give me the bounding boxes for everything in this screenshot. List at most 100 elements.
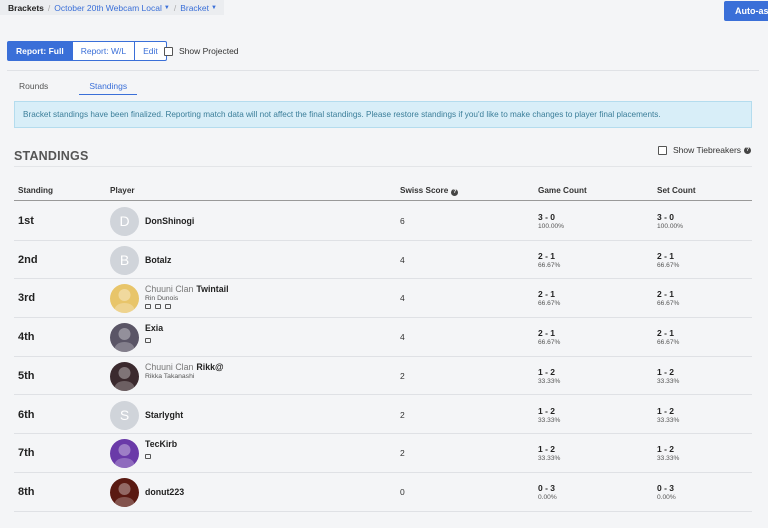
set-count: 1 - 2 — [657, 366, 675, 377]
discord-icon[interactable] — [165, 304, 171, 310]
player-name[interactable]: Starlyght — [145, 410, 183, 420]
breadcrumb-event[interactable]: October 20th Webcam Local — [54, 3, 162, 13]
set-count: 3 - 0 — [657, 212, 675, 222]
set-percent: 66.67% — [657, 339, 680, 347]
tab-standings[interactable]: Standings — [79, 81, 138, 95]
table-row: 2nd B Botalz 4 2 - 1 66.67% 2 - 1 66.67% — [14, 241, 752, 280]
avatar-image — [114, 482, 135, 507]
standing-rank: 5th — [18, 369, 35, 382]
auto-assign-button[interactable]: Auto-ass — [724, 1, 768, 21]
column-set-count: Set Count — [657, 186, 696, 195]
game-percent: 66.67% — [538, 261, 561, 269]
standing-rank: 3rd — [18, 292, 36, 305]
game-count: 1 - 2 — [538, 366, 556, 377]
game-count: 1 - 2 — [538, 444, 556, 455]
player-name[interactable]: donut223 — [145, 487, 184, 497]
table-header: Standing Player Swiss Score? Game Count … — [14, 181, 752, 201]
breadcrumb-separator: / — [173, 2, 177, 13]
game-percent: 0.00% — [538, 493, 557, 501]
table-row: 6th S Starlyght 2 1 - 2 33.33% 1 - 2 33.33% — [14, 396, 752, 435]
swiss-score: 2 — [400, 409, 405, 420]
swiss-score: 0 — [400, 486, 405, 497]
player-tag[interactable]: Exia — [145, 323, 163, 333]
swiss-score: 4 — [400, 293, 405, 304]
set-count: 1 - 2 — [657, 405, 675, 416]
tab-bar: Rounds Standings — [14, 81, 163, 95]
standing-rank: 4th — [18, 331, 35, 344]
player-tag[interactable]: Starlyght — [145, 410, 183, 420]
player-tag[interactable]: TecKirb — [145, 439, 177, 449]
game-percent: 66.67% — [538, 300, 561, 308]
player-prefix: Chuuni Clan — [145, 284, 194, 295]
breadcrumb-root[interactable]: Brackets — [8, 3, 44, 13]
game-percent: 33.33% — [538, 455, 561, 463]
avatar[interactable] — [110, 361, 139, 391]
set-percent: 33.33% — [657, 416, 680, 424]
player-prefix: Chuuni Clan — [145, 361, 194, 372]
avatar-image — [114, 328, 135, 353]
avatar[interactable] — [110, 323, 139, 353]
player-name[interactable]: Chuuni Clan Rikk@ — [145, 362, 224, 372]
chevron-down-icon[interactable]: ▼ — [211, 5, 217, 11]
set-percent: 33.33% — [657, 455, 680, 463]
player-name[interactable]: TecKirb — [145, 439, 177, 449]
help-icon[interactable]: ? — [744, 146, 752, 154]
social-links — [145, 338, 155, 344]
help-icon[interactable]: ? — [451, 189, 459, 196]
avatar-image — [114, 289, 135, 314]
avatar[interactable] — [110, 439, 139, 469]
avatar[interactable]: S — [110, 400, 139, 430]
breadcrumb-bracket[interactable]: Bracket — [180, 3, 209, 13]
discord-icon[interactable] — [145, 338, 151, 344]
player-name[interactable]: Exia — [145, 323, 163, 333]
report-full-button[interactable]: Report: Full — [7, 41, 73, 61]
game-percent: 66.67% — [538, 339, 561, 347]
standing-rank: 8th — [18, 485, 35, 498]
breadcrumb-separator: / — [47, 2, 51, 13]
set-percent: 100.00% — [657, 223, 684, 230]
finalized-alert: Bracket standings have been finalized. R… — [14, 101, 752, 128]
chat-icon[interactable] — [145, 304, 151, 310]
column-standing: Standing — [18, 186, 54, 195]
game-percent: 100.00% — [538, 223, 565, 230]
set-count: 0 - 3 — [657, 482, 675, 493]
game-percent: 33.33% — [538, 416, 561, 424]
player-name[interactable]: DonShinogi — [145, 216, 194, 226]
set-count: 2 - 1 — [657, 250, 675, 261]
player-tag[interactable]: Botalz — [145, 255, 171, 265]
show-tiebreakers-checkbox[interactable] — [658, 145, 667, 155]
show-tiebreakers-toggle[interactable]: Show Tiebreakers ? — [658, 145, 752, 155]
twitter-icon[interactable] — [155, 304, 161, 310]
avatar[interactable]: B — [110, 245, 139, 275]
player-name[interactable]: Chuuni Clan Twintail — [145, 284, 229, 294]
player-tag[interactable]: Twintail — [196, 284, 228, 294]
chevron-down-icon[interactable]: ▼ — [164, 5, 170, 11]
column-game-count: Game Count — [538, 186, 587, 195]
top-bar: Brackets / October 20th Webcam Local ▼ /… — [0, 0, 768, 16]
show-projected-checkbox[interactable] — [164, 46, 173, 56]
show-projected-toggle[interactable]: Show Projected — [164, 46, 239, 56]
set-percent: 33.33% — [657, 377, 680, 385]
swiss-score: 4 — [400, 254, 405, 265]
discord-icon[interactable] — [145, 454, 151, 460]
player-tag[interactable]: Rikk@ — [196, 362, 223, 372]
set-count: 1 - 2 — [657, 444, 675, 455]
report-wl-button[interactable]: Report: W/L — [72, 41, 136, 61]
tab-rounds[interactable]: Rounds — [14, 81, 53, 95]
player-tag[interactable]: donut223 — [145, 487, 184, 497]
game-count: 2 - 1 — [538, 250, 556, 261]
player-tag[interactable]: DonShinogi — [145, 216, 194, 226]
column-swiss-score: Swiss Score? — [400, 186, 459, 196]
breadcrumb: Brackets / October 20th Webcam Local ▼ /… — [0, 0, 224, 15]
set-count: 2 - 1 — [657, 289, 675, 300]
avatar[interactable] — [110, 477, 139, 507]
player-name[interactable]: Botalz — [145, 255, 171, 265]
table-row: 1st D DonShinogi 6 3 - 0 100.00% 3 - 0 100.00% — [14, 202, 752, 241]
table-row: 8th donut223 0 0 - 3 0.00% 0 - 3 0.00% — [14, 473, 752, 512]
standing-rank: 2nd — [18, 253, 38, 266]
edit-button[interactable]: Edit — [135, 41, 167, 61]
standing-rank: 6th — [18, 408, 35, 421]
swiss-score: 2 — [400, 370, 405, 381]
avatar[interactable] — [110, 284, 139, 314]
avatar[interactable]: D — [110, 207, 139, 236]
